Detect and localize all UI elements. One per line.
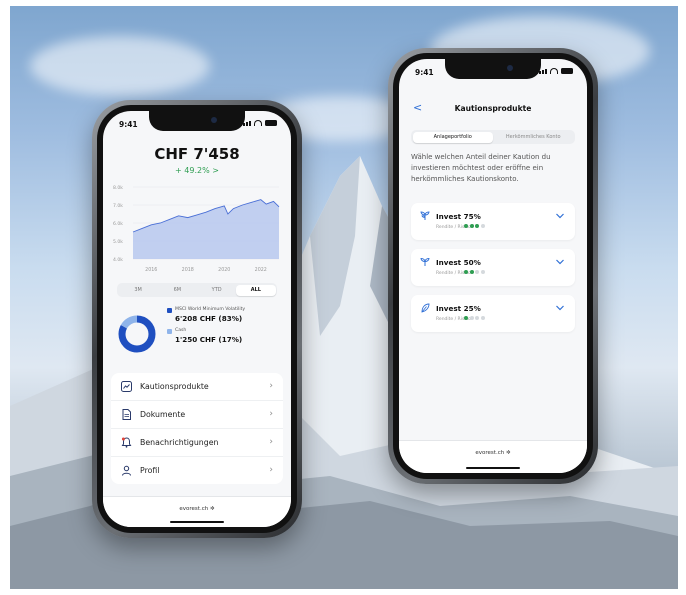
status-time: 9:41: [119, 120, 138, 129]
allocation-section: MSCI World Minimum Volatility 6'208 CHF …: [115, 307, 281, 365]
allocation-item: MSCI World Minimum Volatility 6'208 CHF …: [167, 307, 281, 323]
risk-dot: [464, 270, 468, 274]
battery-icon: [265, 120, 277, 126]
menu-item-label: Kautionsprodukte: [140, 382, 209, 391]
allocation-value: 1'250 CHF (17%): [175, 335, 243, 344]
risk-dot: [469, 270, 474, 274]
performance-chart: 8.0k 7.0k 6.0k 5.0k 4.0k 2016 2018 2020 2022: [113, 185, 280, 273]
range-tab-ytd[interactable]: YTD: [197, 285, 236, 296]
performance-link[interactable]: + 49.2% >: [103, 166, 291, 175]
battery-icon: [561, 68, 573, 74]
status-time: 9:41: [415, 68, 434, 77]
allocation-name: MSCI World Minimum Volatility: [175, 307, 246, 312]
portfolio-screen: 9:41 CHF 7'458 + 49.2% > 8.0k 7.0k 6.0k 5.0…: [103, 111, 291, 527]
nav-bar: < Kautionsprodukte: [399, 99, 587, 119]
risk-rating: [464, 224, 485, 228]
risk-rating: [464, 316, 485, 320]
notch: [445, 59, 541, 79]
chevron-down-icon[interactable]: [555, 212, 565, 220]
document-icon: [120, 409, 132, 421]
risk-dot: [464, 316, 468, 320]
y-tick-label: 5.0k: [113, 239, 123, 245]
intro-text: Wähle welchen Anteil deiner Kaution du i…: [411, 153, 551, 183]
wifi-icon: [254, 120, 262, 126]
risk-dot: [480, 316, 485, 320]
menu-item-label: Benachrichtigungen: [140, 438, 219, 447]
risk-dot: [469, 316, 474, 320]
leaf-icon: [421, 303, 430, 313]
kautionsprodukte-screen: 9:41 < Kautionsprodukte Anlageportfolio …: [399, 59, 587, 473]
menu-item-profil[interactable]: Profil ›: [111, 457, 283, 484]
chevron-right-icon: ›: [269, 437, 273, 447]
main-menu: Kautionsprodukte › Dokumente › Benachric…: [111, 373, 283, 484]
allocation-value: 6'208 CHF (83%): [175, 314, 243, 323]
x-tick-label: 2022: [255, 267, 267, 273]
y-tick-label: 4.0k: [113, 257, 123, 263]
footer-url[interactable]: evorest.ch ✲: [103, 506, 291, 512]
range-tab-all[interactable]: ALL: [236, 284, 276, 296]
legend-swatch: [167, 308, 172, 313]
product-card-invest-75[interactable]: Invest 75% Rendite / Risiko: [411, 203, 575, 240]
portfolio-balance: CHF 7'458: [154, 145, 240, 163]
range-tab-6m[interactable]: 6M: [158, 285, 197, 296]
y-tick-label: 7.0k: [113, 203, 123, 209]
phone-portfolio: 9:41 CHF 7'458 + 49.2% > 8.0k 7.0k 6.0k 5.0…: [92, 100, 302, 538]
product-card-title: Invest 25%: [436, 304, 481, 313]
bell-icon: [120, 437, 132, 449]
risk-dot: [480, 270, 485, 274]
tab-herkoemmliches-konto[interactable]: Herkömmliches Konto: [493, 132, 574, 143]
product-card-title: Invest 50%: [436, 258, 481, 267]
y-tick-label: 6.0k: [113, 221, 123, 227]
x-tick-label: 2020: [218, 267, 230, 273]
user-icon: [120, 465, 132, 477]
product-cards: Invest 75% Rendite / Risiko Invest 50% R…: [411, 203, 575, 341]
menu-item-label: Dokumente: [140, 410, 186, 419]
menu-item-benachrichtigungen[interactable]: Benachrichtigungen ›: [111, 429, 283, 457]
footer-url[interactable]: evorest.ch ✲: [399, 450, 587, 456]
showcase-scene: 9:41 CHF 7'458 + 49.2% > 8.0k 7.0k 6.0k 5.0…: [0, 0, 686, 595]
plant-medium-icon: [420, 258, 430, 266]
phone-kautionsprodukte: 9:41 < Kautionsprodukte Anlageportfolio …: [388, 48, 598, 484]
chevron-right-icon: ›: [269, 381, 273, 391]
chevron-right-icon: ›: [269, 465, 273, 475]
product-type-tabs: Anlageportfolio Herkömmliches Konto: [411, 130, 575, 144]
y-tick-label: 8.0k: [113, 185, 123, 191]
allocation-item: Cash 1'250 CHF (17%): [167, 328, 281, 344]
x-tick-label: 2016: [145, 267, 157, 273]
page-title: Kautionsprodukte: [454, 104, 532, 113]
allocation-legend: MSCI World Minimum Volatility 6'208 CHF …: [167, 307, 281, 349]
risk-dot: [464, 224, 468, 228]
risk-dot: [469, 224, 474, 228]
risk-dot: [480, 224, 485, 228]
product-card-title: Invest 75%: [436, 212, 481, 221]
app-footer: evorest.ch ✲: [399, 440, 587, 473]
notch: [149, 111, 245, 131]
menu-item-label: Profil: [140, 466, 160, 475]
tab-anlageportfolio[interactable]: Anlageportfolio: [412, 131, 493, 143]
range-tab-3m[interactable]: 3M: [119, 285, 158, 296]
chevron-down-icon[interactable]: [555, 304, 565, 312]
chevron-down-icon[interactable]: [555, 258, 565, 266]
risk-rating: [464, 270, 485, 274]
app-footer: evorest.ch ✲: [103, 496, 291, 527]
risk-dot: [475, 224, 479, 228]
x-tick-label: 2018: [182, 267, 194, 273]
wifi-icon: [550, 68, 558, 74]
home-indicator[interactable]: [170, 520, 224, 523]
range-selector: 3M 6M YTD ALL: [117, 283, 277, 297]
chevron-right-icon: ›: [269, 409, 273, 419]
menu-item-dokumente[interactable]: Dokumente ›: [111, 401, 283, 429]
risk-dot: [475, 270, 479, 274]
chart-area: [133, 199, 279, 259]
allocation-donut: [118, 315, 156, 353]
risk-dot: [475, 316, 479, 320]
plant-large-icon: [420, 211, 430, 220]
menu-item-kautionsprodukte[interactable]: Kautionsprodukte ›: [111, 373, 283, 401]
allocation-name: Cash: [175, 328, 187, 333]
product-card-invest-50[interactable]: Invest 50% Rendite / Risiko: [411, 249, 575, 286]
home-indicator[interactable]: [466, 466, 520, 469]
legend-swatch: [167, 329, 172, 334]
chart-line-icon: [120, 381, 132, 393]
product-card-invest-25[interactable]: Invest 25% Rendite / Risiko: [411, 295, 575, 332]
